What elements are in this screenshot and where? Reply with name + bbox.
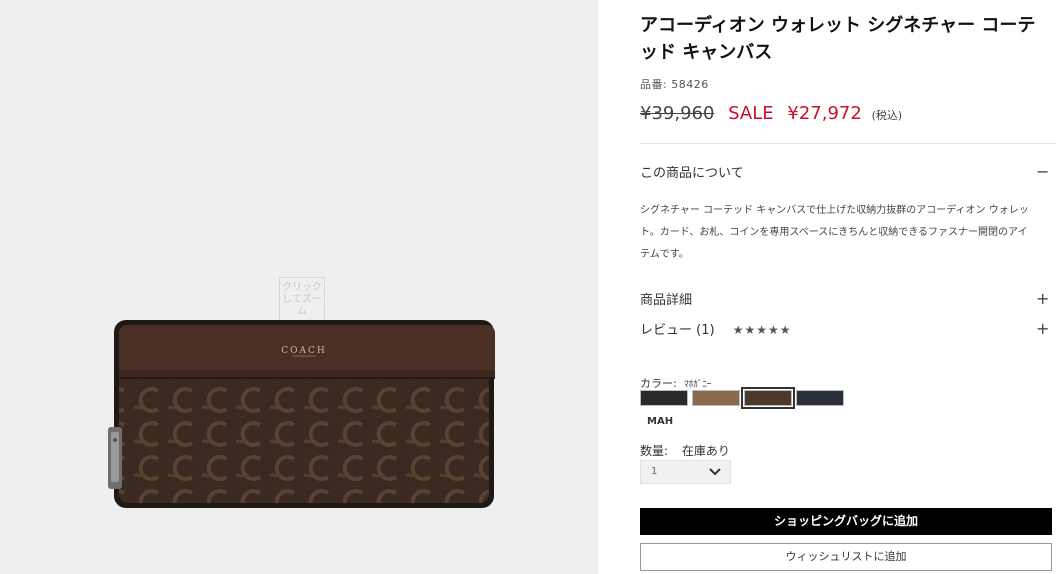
stock-status: 在庫あり: [681, 444, 730, 458]
swatch-black[interactable]: [640, 390, 688, 406]
quantity-value: 1: [651, 466, 658, 477]
product-image[interactable]: COACH: [100, 315, 500, 515]
sale-label: SALE: [728, 103, 774, 124]
product-description: シグネチャー コーテッド キャンバスで仕上げた収納力抜群のアコーディオン ウォレ…: [640, 205, 1029, 260]
quantity-label-text: 数量:: [640, 444, 669, 458]
sale-price: ¥27,972: [787, 103, 862, 124]
add-to-bag-button[interactable]: ショッピングバッグに追加: [640, 508, 1052, 535]
swatch-charcoal-navy[interactable]: [796, 390, 844, 406]
quantity-select[interactable]: 1: [640, 460, 731, 484]
product-info-panel: アコーディオン ウォレット シグネチャー コーテッド キャンバス 品番: 584…: [598, 0, 1056, 574]
brand-logo: COACH: [281, 346, 327, 356]
accordion-reviews-label: レビュー (1): [640, 323, 715, 338]
color-label-text: カラー:: [640, 377, 677, 390]
accordion-details-label: 商品詳細: [640, 293, 693, 308]
accordion-about-label: この商品について: [640, 166, 744, 181]
product-title: アコーディオン ウォレット シグネチャー コーテッド キャンバス: [640, 15, 1036, 63]
chevron-down-icon: [709, 468, 721, 476]
plus-icon[interactable]: +: [1036, 319, 1049, 338]
divider: [640, 143, 1056, 144]
accordion-about[interactable]: この商品について −: [640, 162, 1049, 181]
original-price: ¥39,960: [640, 103, 715, 124]
product-page: クリックしてズーム COACH アコーディオン ウォレット シグネチャー コーテ…: [0, 0, 1056, 574]
accordion-reviews[interactable]: レビュー (1) ★★★★★ +: [640, 319, 1049, 338]
rating-stars: ★★★★★: [732, 323, 792, 337]
color-label: カラー: ﾏﾎｶﾞﾆｰ: [640, 375, 711, 391]
minus-icon[interactable]: −: [1036, 162, 1049, 181]
quantity-label: 数量: 在庫あり: [640, 442, 730, 459]
price-row: ¥39,960 SALE ¥27,972 (税込): [640, 103, 902, 124]
plus-icon[interactable]: +: [1036, 289, 1049, 308]
selected-color-name: ﾏﾎｶﾞﾆｰ: [684, 380, 712, 390]
accordion-details[interactable]: 商品詳細 +: [640, 289, 1049, 308]
color-swatches: [640, 387, 844, 409]
product-gallery: クリックしてズーム COACH: [0, 0, 598, 574]
swatch-mahogany[interactable]: [741, 387, 795, 409]
product-sku: 品番: 58426: [640, 78, 709, 91]
swatch-khaki[interactable]: [692, 390, 740, 406]
tax-label: (税込): [871, 109, 903, 122]
selected-color-code: MAH: [647, 416, 674, 427]
add-to-wishlist-button[interactable]: ウィッシュリストに追加: [640, 543, 1052, 571]
reviews-group: レビュー (1) ★★★★★: [640, 319, 792, 338]
